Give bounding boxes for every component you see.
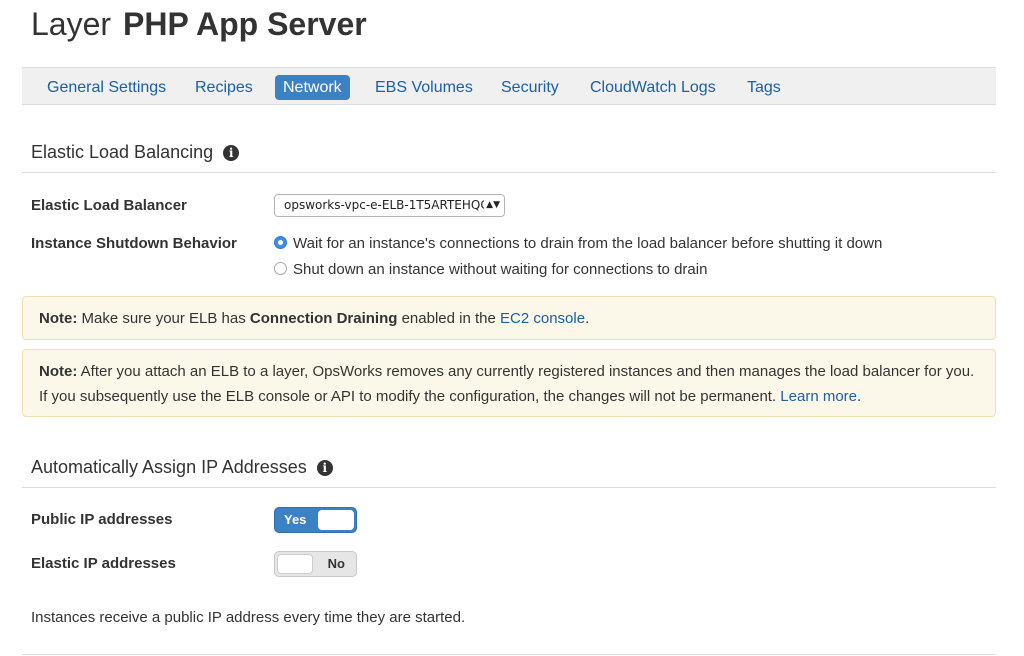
public-ip-label: Public IP addresses [31, 511, 173, 528]
note-text: . [857, 388, 862, 405]
elb-section-title-text: Elastic Load Balancing [31, 142, 214, 162]
note-bold-text: Connection Draining [249, 310, 398, 327]
ip-section-title-text: Automatically Assign IP Addresses [31, 457, 307, 477]
info-circle-icon[interactable]: i [223, 145, 240, 162]
ip-help-text: Instances receive a public IP address ev… [31, 609, 466, 626]
select-arrows-icon: ▲▼ [484, 195, 500, 216]
radio-unchecked-icon[interactable] [274, 262, 287, 275]
public-ip-toggle-label: Yes [284, 512, 307, 527]
elastic-ip-toggle[interactable]: No [274, 551, 357, 577]
public-ip-toggle[interactable]: Yes [274, 507, 357, 533]
shutdown-option-wait-label: Wait for an instance's connections to dr… [293, 235, 883, 252]
note-text: . [585, 310, 590, 327]
elb-select-value: opsworks-vpc-e-ELB-1T5ARTEHQC [284, 198, 489, 212]
note-prefix: Note: [39, 363, 78, 380]
shutdown-option-immediate-label: Shut down an instance without waiting fo… [293, 261, 708, 278]
shutdown-behavior-label: Instance Shutdown Behavior [31, 235, 237, 252]
tab-general-settings[interactable]: General Settings [39, 75, 174, 100]
toggle-knob [318, 510, 354, 530]
layer-name: PHP App Server [123, 6, 367, 42]
tab-recipes[interactable]: Recipes [187, 75, 261, 100]
ec2-console-link[interactable]: EC2 console [500, 310, 585, 327]
page-title-prefix: Layer [31, 6, 112, 42]
radio-checked-icon[interactable] [274, 236, 287, 249]
tab-tags[interactable]: Tags [739, 75, 789, 100]
shutdown-option-wait[interactable]: Wait for an instance's connections to dr… [274, 234, 882, 254]
page-title: Layer PHP App Server [31, 2, 367, 46]
ip-section-title: Automatically Assign IP Addresses i [31, 455, 333, 479]
shutdown-option-immediate[interactable]: Shut down an instance without waiting fo… [274, 260, 707, 280]
tab-network[interactable]: Network [275, 75, 350, 100]
elastic-ip-toggle-label: No [327, 556, 345, 571]
note-text: enabled in the [397, 310, 501, 327]
note-prefix: Note: [39, 310, 78, 327]
section-divider [22, 487, 996, 488]
elb-label: Elastic Load Balancer [31, 197, 187, 214]
info-circle-icon[interactable]: i [316, 460, 333, 477]
tab-security[interactable]: Security [493, 75, 567, 100]
learn-more-link[interactable]: Learn more [780, 388, 857, 405]
tab-bar: General Settings Recipes Network EBS Vol… [22, 67, 996, 105]
toggle-knob [277, 554, 313, 574]
section-divider [22, 654, 996, 655]
note-text: Make sure your ELB has [77, 310, 250, 327]
elb-section-title: Elastic Load Balancing i [31, 140, 240, 164]
section-divider [22, 172, 996, 173]
tab-cloudwatch-logs[interactable]: CloudWatch Logs [582, 75, 724, 100]
elb-select[interactable]: opsworks-vpc-e-ELB-1T5ARTEHQC ▲▼ [274, 194, 505, 217]
elb-attach-note: Note: After you attach an ELB to a layer… [22, 349, 996, 417]
connection-draining-note: Note: Make sure your ELB has Connection … [22, 296, 996, 340]
elastic-ip-label: Elastic IP addresses [31, 555, 176, 572]
tab-ebs-volumes[interactable]: EBS Volumes [367, 75, 481, 100]
